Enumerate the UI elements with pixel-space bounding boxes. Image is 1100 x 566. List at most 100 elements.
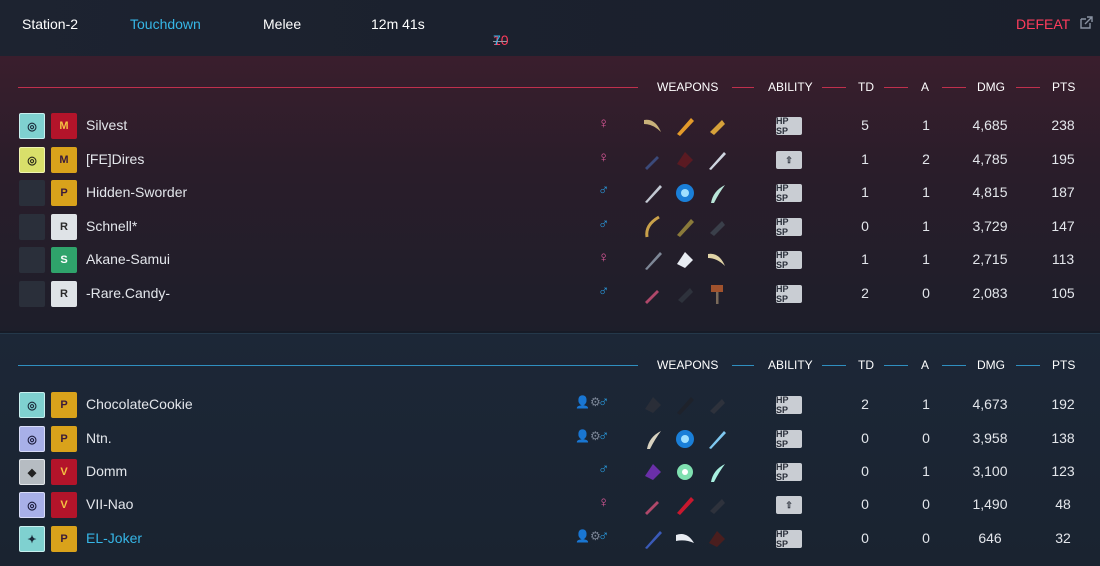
stat-points: 105 [1051, 285, 1075, 301]
player-name[interactable]: Ntn. [86, 430, 112, 446]
player-row[interactable]: ✦ P EL-Joker 👤⚙ ♂ HP SP 0 0 646 32 [0, 522, 1100, 555]
player-name[interactable]: VII-Nao [86, 496, 133, 512]
weapon-sword-icon [645, 531, 662, 549]
stat-damage: 3,958 [972, 430, 1008, 446]
gender-male-icon: ♂ [598, 216, 610, 233]
friend-settings-icon[interactable]: 👤⚙ [575, 529, 601, 543]
player-name[interactable]: Schnell* [86, 218, 137, 234]
weapon-horn-icon [644, 119, 661, 132]
weapon-claw-icon [645, 397, 661, 413]
stat-points: 113 [1051, 251, 1075, 267]
ability-icon: HP SP [776, 217, 802, 237]
stat-assists: 0 [922, 530, 930, 546]
header-td: TD [858, 80, 874, 94]
guild-emblem-icon: R [51, 281, 77, 307]
stat-assists: 0 [922, 285, 930, 301]
stat-assists: 1 [922, 396, 930, 412]
stat-touchdowns: 1 [861, 251, 869, 267]
external-link-icon[interactable] [1078, 15, 1094, 31]
stat-damage: 4,673 [972, 396, 1008, 412]
weapon-gauntlet-icon [710, 120, 725, 135]
player-name[interactable]: Akane-Samui [86, 251, 170, 267]
header-assists: A [921, 358, 930, 372]
match-type: Melee [263, 16, 302, 32]
weapon-scythe-icon [711, 464, 725, 482]
weapon-dagger-icon [645, 290, 659, 304]
player-row[interactable]: ◎ P Ntn. 👤⚙ ♂ HP SP 0 0 3,958 138 [0, 422, 1100, 455]
guild-emblem-icon: S [51, 247, 77, 273]
weapon-sword-icon [645, 252, 662, 270]
header-points: PTS [1052, 358, 1076, 372]
ability-icon: HP SP [776, 250, 802, 270]
player-row[interactable]: ◎ P ChocolateCookie 👤⚙ ♂ HP SP 2 1 4,673… [0, 388, 1100, 421]
stat-damage: 4,815 [972, 184, 1008, 200]
match-summary-bar: Station-2 Touchdown Melee 12m 41s 10 — 7… [0, 0, 1100, 56]
blue-team-panel: WEAPONS ABILITY TD A DMG PTS ◎ P Chocola… [0, 333, 1100, 566]
gender-female-icon: ♀ [598, 494, 610, 511]
score-blue: 7 [493, 32, 501, 48]
player-name[interactable]: Hidden-Sworder [86, 184, 187, 200]
guild-emblem-icon: V [51, 492, 77, 518]
player-row[interactable]: R Schnell* ♂ HP SP 0 1 3,729 147 [0, 210, 1100, 243]
rank-emblem-icon [19, 247, 45, 273]
game-mode: Touchdown [130, 16, 201, 32]
friend-settings-icon[interactable]: 👤⚙ [575, 395, 601, 409]
weapon-orb-icon [676, 430, 694, 448]
guild-emblem-icon: P [51, 392, 77, 418]
stat-damage: 2,083 [972, 285, 1008, 301]
stat-points: 123 [1051, 463, 1075, 479]
stat-assists: 1 [922, 251, 930, 267]
ability-icon: HP SP [776, 395, 802, 415]
guild-emblem-icon: M [51, 147, 77, 173]
stat-damage: 3,729 [972, 218, 1008, 234]
player-name[interactable]: EL-Joker [86, 530, 142, 546]
gender-female-icon: ♀ [598, 115, 610, 132]
player-name[interactable]: Domm [86, 463, 127, 479]
rank-emblem-icon: ◆ [19, 459, 45, 485]
stat-assists: 2 [922, 151, 930, 167]
stat-points: 48 [1055, 496, 1071, 512]
player-row[interactable]: ◎ M Silvest ♀ HP SP 5 1 4,685 238 [0, 109, 1100, 142]
weapon-dagger-icon [645, 156, 659, 170]
player-name[interactable]: -Rare.Candy- [86, 285, 170, 301]
stat-touchdowns: 1 [861, 184, 869, 200]
friend-settings-icon[interactable]: 👤⚙ [575, 429, 601, 443]
stat-points: 147 [1051, 218, 1075, 234]
stat-assists: 1 [922, 218, 930, 234]
stat-assists: 1 [922, 184, 930, 200]
weapon-claw-icon [709, 531, 725, 547]
weapon-claw-icon [677, 152, 693, 168]
stat-touchdowns: 0 [861, 430, 869, 446]
player-row[interactable]: ◎ V VII-Nao ♀ ⇧ 0 0 1,490 48 [0, 488, 1100, 521]
ability-icon: HP SP [776, 462, 802, 482]
stat-damage: 1,490 [972, 496, 1008, 512]
weapon-scythe-icon [647, 431, 661, 449]
stat-assists: 1 [922, 463, 930, 479]
rank-emblem-icon: ◎ [19, 392, 45, 418]
weapon-blade-icon [677, 397, 694, 415]
stat-damage: 4,785 [972, 151, 1008, 167]
stat-touchdowns: 5 [861, 117, 869, 133]
header-weapons: WEAPONS [657, 358, 719, 372]
player-name[interactable]: [FE]Dires [86, 151, 144, 167]
red-team-panel: WEAPONS ABILITY TD A DMG PTS ◎ M Silvest… [0, 56, 1100, 331]
gender-male-icon: ♂ [598, 182, 610, 199]
player-name[interactable]: Silvest [86, 117, 127, 133]
player-row[interactable]: ◎ M [FE]Dires ♀ ⇧ 1 2 4,785 195 [0, 143, 1100, 176]
weapon-bow-icon [645, 215, 660, 238]
weapon-horn-icon [676, 534, 694, 543]
player-row[interactable]: R -Rare.Candy- ♂ HP SP 2 0 2,083 105 [0, 277, 1100, 310]
header-weapons: WEAPONS [657, 80, 719, 94]
stat-damage: 646 [978, 530, 1002, 546]
guild-emblem-icon: P [51, 426, 77, 452]
rank-emblem-icon: ◎ [19, 426, 45, 452]
player-row[interactable]: ◆ V Domm ♂ HP SP 0 1 3,100 123 [0, 455, 1100, 488]
rank-emblem-icon: ◎ [19, 113, 45, 139]
stat-touchdowns: 0 [861, 496, 869, 512]
player-row[interactable]: S Akane-Samui ♀ HP SP 1 1 2,715 113 [0, 243, 1100, 276]
player-row[interactable]: P Hidden-Sworder ♂ HP SP 1 1 4,815 187 [0, 176, 1100, 209]
header-assists: A [921, 80, 930, 94]
player-name[interactable]: ChocolateCookie [86, 396, 193, 412]
stat-damage: 3,100 [972, 463, 1008, 479]
guild-emblem-icon: P [51, 180, 77, 206]
